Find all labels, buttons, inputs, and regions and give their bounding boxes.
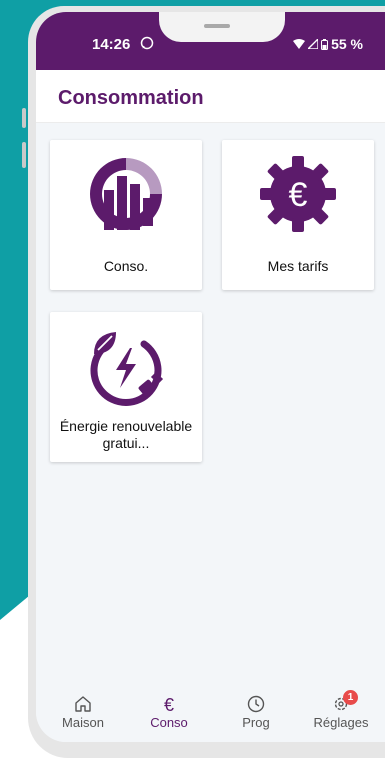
bar-chart-icon xyxy=(90,158,162,230)
status-bar: 14:26 55 % xyxy=(36,12,385,70)
nav-conso[interactable]: € Conso xyxy=(129,694,209,730)
euro-gear-icon: € xyxy=(260,156,336,232)
whatsapp-icon xyxy=(140,36,154,50)
tile-label: Conso. xyxy=(103,258,149,274)
battery-icon xyxy=(321,38,329,50)
phone-side-button xyxy=(22,108,26,128)
battery-level: 55 % xyxy=(331,36,363,52)
page-header: Consommation xyxy=(36,70,385,123)
status-indicators: 55 % xyxy=(293,36,363,52)
nav-label: Prog xyxy=(242,715,270,730)
nav-label: Réglages xyxy=(313,715,369,730)
nav-label: Maison xyxy=(62,715,104,730)
page-title: Consommation xyxy=(58,87,204,109)
tile-mes-tarifs[interactable]: € Mes tarifs xyxy=(222,140,374,290)
home-icon xyxy=(75,696,91,712)
green-energy-plug-icon xyxy=(90,332,164,406)
clock-icon xyxy=(247,695,265,713)
nav-maison[interactable]: Maison xyxy=(43,694,123,730)
euro-icon: € xyxy=(164,695,174,714)
bottom-nav: Maison € Conso Prog 1 Réglages xyxy=(36,690,385,742)
phone-side-button xyxy=(22,142,26,168)
tile-label: Énergie renouvelable gratui... xyxy=(59,418,193,451)
status-time: 14:26 xyxy=(92,36,131,53)
tile-conso[interactable]: Conso. xyxy=(50,140,202,290)
wifi-icon xyxy=(293,39,306,49)
svg-text:€: € xyxy=(289,176,308,214)
app-screen: 14:26 55 % Consommation Conso. € Mes tar… xyxy=(36,12,385,742)
nav-label: Conso xyxy=(150,715,188,730)
phone-notch xyxy=(159,12,285,42)
nav-reglages[interactable]: 1 Réglages xyxy=(301,690,381,730)
signal-icon xyxy=(308,39,319,49)
tile-label: Mes tarifs xyxy=(267,258,329,274)
svg-text:€: € xyxy=(164,695,174,714)
nav-prog[interactable]: Prog xyxy=(216,694,296,730)
tile-energie-renouvelable[interactable]: Énergie renouvelable gratui... xyxy=(50,312,202,462)
notification-badge: 1 xyxy=(343,690,358,705)
